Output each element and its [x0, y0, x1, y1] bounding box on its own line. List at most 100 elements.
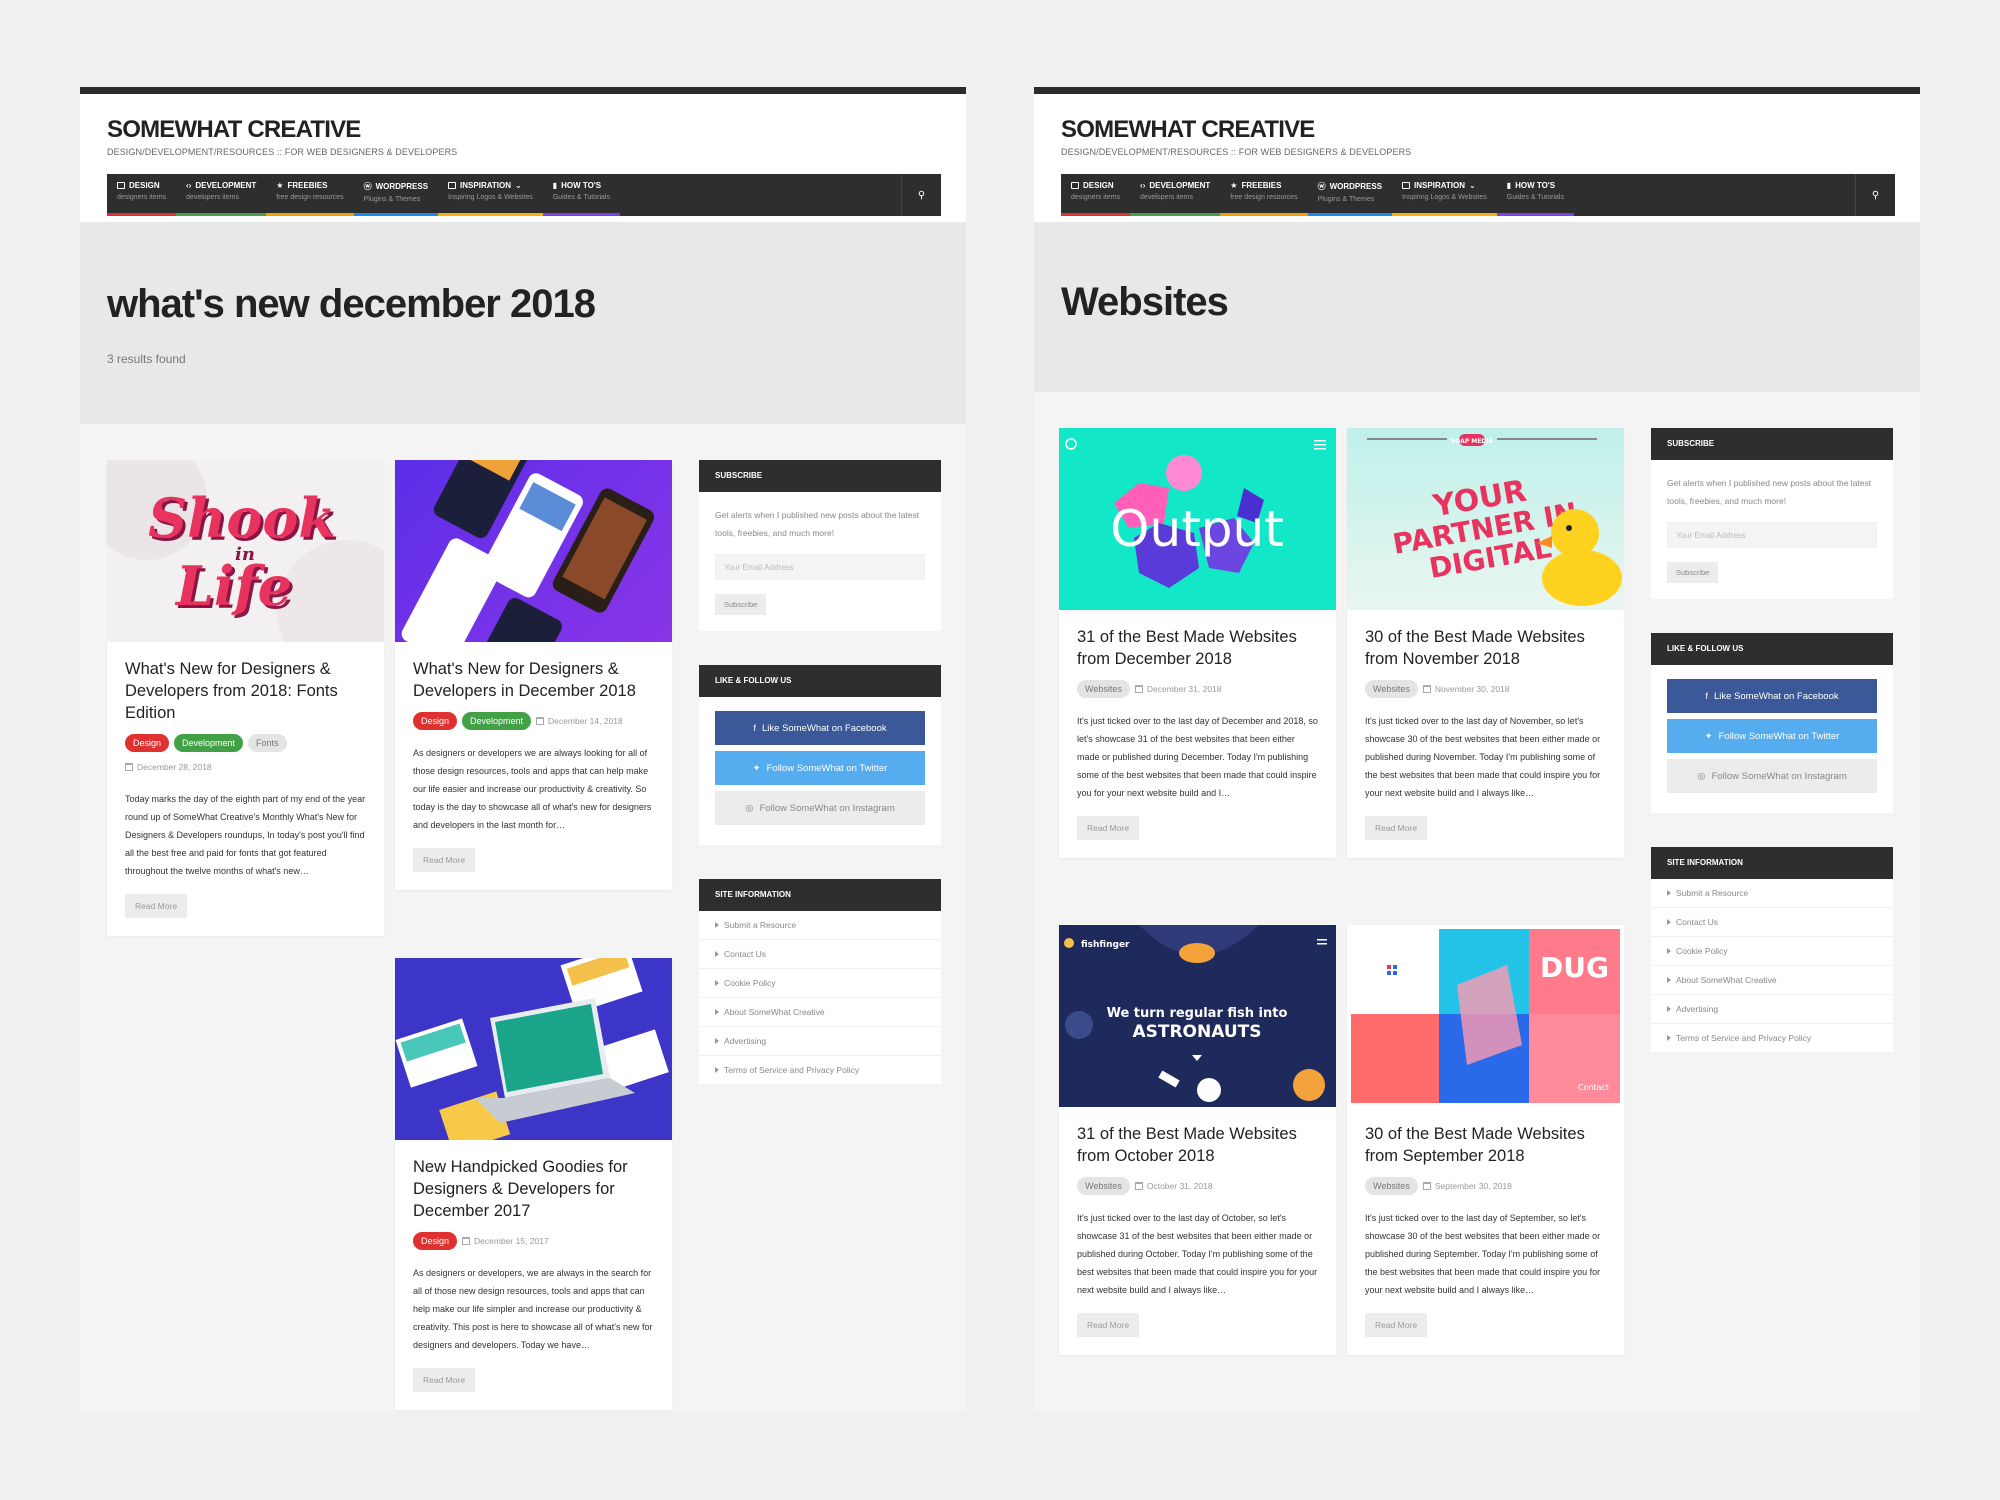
tag-list: Design December 15, 2017	[413, 1232, 654, 1250]
site-info-list: Submit a Resource Contact Us Cookie Poli…	[699, 911, 941, 1085]
results-count: 3 results found	[107, 352, 186, 366]
email-input[interactable]: Your Email Address	[1667, 522, 1877, 548]
post-thumbnail[interactable]: DUG Contact	[1347, 925, 1624, 1107]
tag-websites[interactable]: Websites	[1365, 1177, 1418, 1195]
read-more-button[interactable]: Read More	[413, 1368, 476, 1392]
link-terms[interactable]: Terms of Service and Privacy Policy	[1651, 1024, 1893, 1053]
page-hero: Websites	[1034, 222, 1920, 392]
link-advertising[interactable]: Advertising	[1651, 995, 1893, 1024]
post-title[interactable]: New Handpicked Goodies for Designers & D…	[413, 1156, 654, 1222]
email-input[interactable]: Your Email Address	[715, 554, 925, 580]
subscribe-button[interactable]: Subscribe	[715, 594, 767, 615]
post-date: December 31, 2018	[1134, 684, 1222, 694]
nav-search-button[interactable]: ⚲	[1855, 174, 1895, 216]
post-thumbnail[interactable]	[395, 958, 672, 1140]
calendar-icon	[536, 717, 545, 725]
twitter-button[interactable]: ✦ Follow SomeWhat on Twitter	[715, 751, 925, 785]
date-text: September 30, 2018	[1434, 1181, 1512, 1191]
site-info-list: Submit a Resource Contact Us Cookie Poli…	[1651, 879, 1893, 1053]
link-cookie-policy[interactable]: Cookie Policy	[699, 969, 941, 998]
post-card: New Handpicked Goodies for Designers & D…	[395, 958, 672, 1410]
post-title[interactable]: 30 of the Best Made Websites from Novemb…	[1365, 626, 1606, 670]
link-submit-resource[interactable]: Submit a Resource	[699, 911, 941, 940]
nav-item-development[interactable]: ‹› DEVELOPMENT developers items	[176, 174, 267, 216]
subscribe-button[interactable]: Subscribe	[1667, 562, 1719, 583]
tag-websites[interactable]: Websites	[1077, 680, 1130, 698]
nav-sub: Inspiring Logos & Websites	[448, 194, 533, 201]
brand-title[interactable]: SOMEWHAT CREATIVE	[1061, 116, 1411, 144]
nav-item-wordpress[interactable]: ⓦ WORDPRESS Plugins & Themes	[1307, 174, 1393, 216]
post-title[interactable]: What's New for Designers & Developers in…	[413, 658, 654, 702]
card-body: 30 of the Best Made Websites from Novemb…	[1347, 610, 1624, 858]
read-more-button[interactable]: Read More	[413, 848, 476, 872]
post-excerpt: It's just ticked over to the last day of…	[1077, 1213, 1318, 1295]
tag-development[interactable]: Development	[462, 712, 532, 730]
post-thumbnail[interactable]: fishfinger We turn regular fish into AST…	[1059, 925, 1336, 1107]
read-more-button[interactable]: Read More	[1365, 816, 1428, 840]
read-more-button[interactable]: Read More	[125, 894, 188, 918]
tag-websites[interactable]: Websites	[1077, 1177, 1130, 1195]
calendar-icon	[1134, 685, 1143, 693]
link-cookie-policy[interactable]: Cookie Policy	[1651, 937, 1893, 966]
brand-title[interactable]: SOMEWHAT CREATIVE	[107, 116, 457, 144]
post-thumbnail[interactable]: Output	[1059, 428, 1336, 610]
link-contact[interactable]: Contact Us	[699, 940, 941, 969]
link-submit-resource[interactable]: Submit a Resource	[1651, 879, 1893, 908]
tag-development[interactable]: Development	[174, 734, 244, 752]
tag-design[interactable]: Design	[413, 712, 458, 730]
link-advertising[interactable]: Advertising	[699, 1027, 941, 1056]
link-contact[interactable]: Contact Us	[1651, 908, 1893, 937]
instagram-button[interactable]: ◎ Follow SomeWhat on Instagram	[715, 791, 925, 825]
date-text: November 30, 2018	[1434, 684, 1510, 694]
nav-item-design[interactable]: DESIGN designers items	[107, 174, 177, 216]
nav-item-howtos[interactable]: ▮ HOW TO'S Guides & Tutorials	[1496, 174, 1574, 216]
post-thumbnail[interactable]: Shook Shook in Life Life	[107, 460, 384, 642]
subscribe-widget: SUBSCRIBE Get alerts when I published ne…	[1651, 428, 1893, 599]
post-title[interactable]: What's New for Designers & Developers fr…	[125, 658, 366, 724]
read-more-button[interactable]: Read More	[1077, 816, 1140, 840]
facebook-button[interactable]: f Like SomeWhat on Facebook	[1667, 679, 1877, 713]
brand[interactable]: SOMEWHAT CREATIVE DESIGN/DEVELOPMENT/RES…	[1061, 116, 1411, 157]
nav-item-wordpress[interactable]: ⓦ WORDPRESS Plugins & Themes	[353, 174, 439, 216]
brand[interactable]: SOMEWHAT CREATIVE DESIGN/DEVELOPMENT/RES…	[107, 116, 457, 157]
nav-label: INSPIRATION	[460, 181, 512, 190]
link-about[interactable]: About SomeWhat Creative	[1651, 966, 1893, 995]
tag-fonts[interactable]: Fonts	[248, 734, 287, 752]
instagram-button[interactable]: ◎ Follow SomeWhat on Instagram	[1667, 759, 1877, 793]
sidebar: SUBSCRIBE Get alerts when I published ne…	[699, 460, 941, 1119]
tag-design[interactable]: Design	[125, 734, 170, 752]
thumb-text: DUG	[1540, 951, 1609, 984]
twitter-button[interactable]: ✦ Follow SomeWhat on Twitter	[1667, 719, 1877, 753]
read-more-button[interactable]: Read More	[1077, 1313, 1140, 1337]
tag-list: Websites October 31, 2018	[1077, 1177, 1318, 1195]
nav-item-development[interactable]: ‹› DEVELOPMENT developers items	[1130, 174, 1221, 216]
nav-item-freebies[interactable]: ★ FREEBIES free design resources	[1220, 174, 1308, 216]
facebook-button[interactable]: f Like SomeWhat on Facebook	[715, 711, 925, 745]
post-excerpt: It's just ticked over to the last day of…	[1077, 716, 1318, 798]
image-icon	[1071, 182, 1079, 189]
post-card: SOAP MEDIA YOUR PARTNER IN DIGITAL 30 of…	[1347, 428, 1624, 858]
nav-item-design[interactable]: DESIGN designers items	[1061, 174, 1131, 216]
link-terms[interactable]: Terms of Service and Privacy Policy	[699, 1056, 941, 1085]
nav-item-inspiration[interactable]: INSPIRATION ⌄ Inspiring Logos & Websites	[438, 174, 543, 216]
nav-item-howtos[interactable]: ▮ HOW TO'S Guides & Tutorials	[542, 174, 620, 216]
nav-item-freebies[interactable]: ★ FREEBIES free design resources	[266, 174, 354, 216]
link-about[interactable]: About SomeWhat Creative	[699, 998, 941, 1027]
post-title[interactable]: 30 of the Best Made Websites from Septem…	[1365, 1123, 1606, 1167]
read-more-button[interactable]: Read More	[1365, 1313, 1428, 1337]
tag-websites[interactable]: Websites	[1365, 680, 1418, 698]
follow-widget: LIKE & FOLLOW US f Like SomeWhat on Faceb…	[699, 665, 941, 845]
calendar-icon	[1134, 1182, 1143, 1190]
nav-sub: free design resources	[1230, 194, 1298, 201]
tag-design[interactable]: Design	[413, 1232, 458, 1250]
post-title[interactable]: 31 of the Best Made Websites from Decemb…	[1077, 626, 1318, 670]
main-nav: DESIGN designers items ‹› DEVELOPMENT dev…	[1061, 174, 1895, 216]
card-body: 31 of the Best Made Websites from Decemb…	[1059, 610, 1336, 858]
post-title[interactable]: 31 of the Best Made Websites from Octobe…	[1077, 1123, 1318, 1167]
post-thumbnail[interactable]	[395, 460, 672, 642]
nav-item-inspiration[interactable]: INSPIRATION ⌄ Inspiring Logos & Websites	[1392, 174, 1497, 216]
instagram-icon: ◎	[745, 802, 754, 814]
thumb-logo: SOAP MEDIA	[1451, 438, 1494, 445]
nav-search-button[interactable]: ⚲	[901, 174, 941, 216]
post-thumbnail[interactable]: SOAP MEDIA YOUR PARTNER IN DIGITAL	[1347, 428, 1624, 610]
